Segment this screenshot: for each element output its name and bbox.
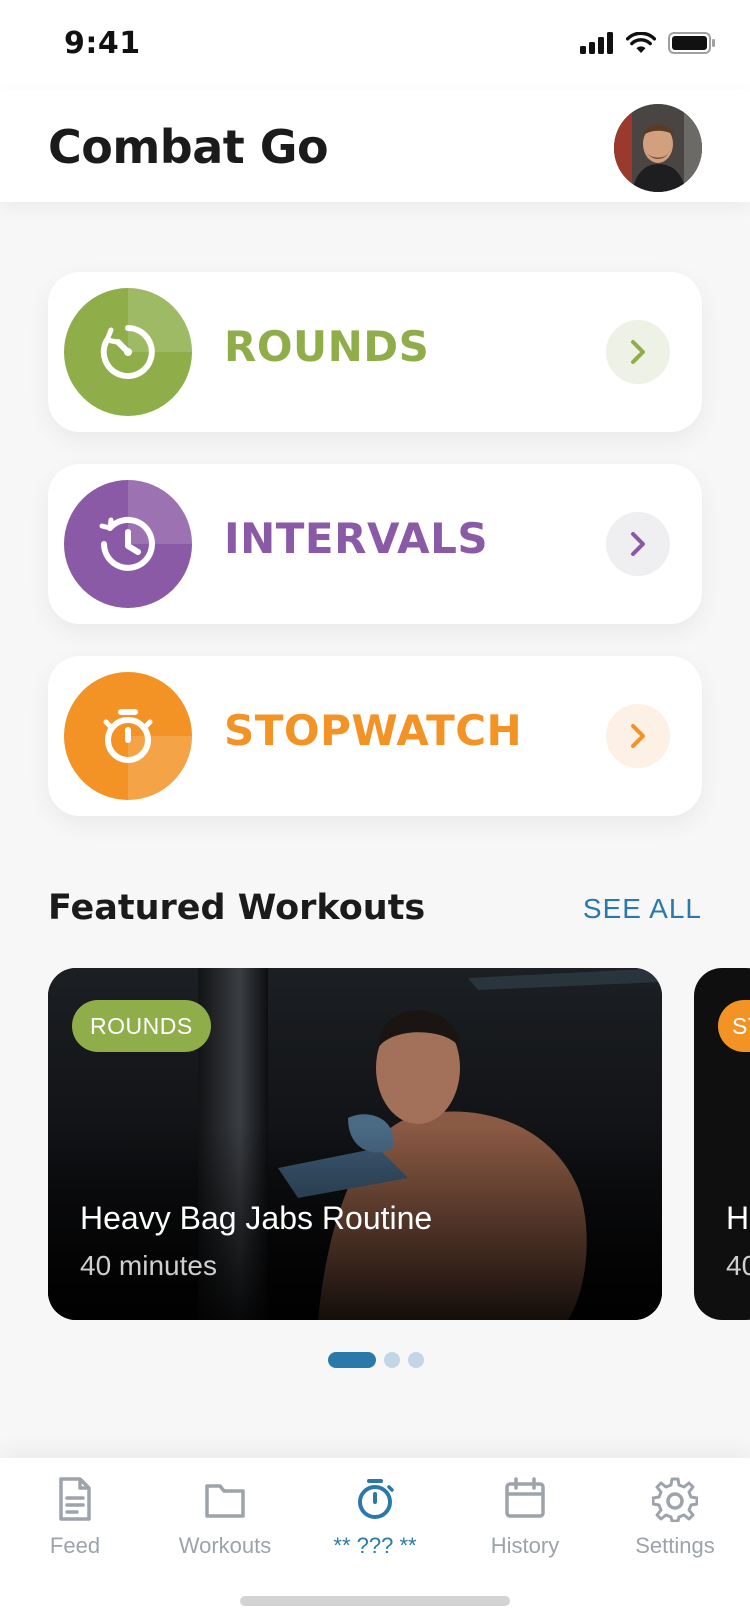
workout-duration: 40 minutes <box>80 1250 217 1281</box>
clock-rewind-icon <box>99 516 155 571</box>
tab-label-settings: Settings <box>635 1533 715 1558</box>
folder-icon <box>205 1484 245 1518</box>
intervals-card[interactable]: INTERVALS <box>48 464 702 624</box>
calendar-icon <box>505 1477 545 1518</box>
stopwatch-card[interactable]: STOPWATCH <box>48 656 702 816</box>
stopwatch-icon-circle <box>64 672 192 800</box>
tab-feed[interactable]: Feed <box>0 1476 150 1559</box>
status-bar: 9:41 <box>0 0 750 90</box>
tab-timer[interactable]: ** ??? ** <box>300 1476 450 1559</box>
tab-label-timer: ** ??? ** <box>333 1533 417 1558</box>
stopwatch-icon <box>103 709 153 763</box>
tab-history[interactable]: History <box>450 1476 600 1559</box>
battery-icon <box>668 32 715 54</box>
rounds-card[interactable]: ROUNDS <box>48 272 702 432</box>
carousel-pagination <box>328 1352 424 1368</box>
status-icons <box>580 32 716 54</box>
stopwatch-label: STOPWATCH <box>224 706 523 755</box>
gear-icon <box>651 1477 699 1523</box>
cellular-signal-icon <box>580 32 613 54</box>
rounds-icon-circle <box>64 288 192 416</box>
profile-avatar[interactable] <box>614 104 702 192</box>
tab-settings[interactable]: Settings <box>600 1476 750 1559</box>
pagination-dot-active[interactable] <box>328 1352 376 1368</box>
app-title: Combat Go <box>48 120 329 174</box>
wifi-icon <box>626 32 656 53</box>
featured-workouts-title: Featured Workouts <box>48 888 426 928</box>
pagination-dot[interactable] <box>384 1352 400 1368</box>
featured-workout-card-next[interactable]: ST H 40 <box>694 968 750 1320</box>
rounds-label: ROUNDS <box>224 322 430 371</box>
intervals-label: INTERVALS <box>224 514 489 563</box>
workout-type-badge: ROUNDS <box>72 1000 211 1052</box>
chevron-right-icon <box>631 532 645 556</box>
tab-label-history: History <box>490 1533 560 1558</box>
intervals-icon-circle <box>64 480 192 608</box>
stopwatch-icon <box>358 1479 394 1519</box>
workout-type-badge: ST <box>718 1000 750 1052</box>
home-indicator <box>240 1596 510 1606</box>
document-icon <box>59 1477 91 1521</box>
tab-label-workouts: Workouts <box>178 1533 272 1558</box>
app-header: Combat Go <box>0 90 750 202</box>
see-all-link[interactable]: SEE ALL <box>583 893 702 925</box>
tab-workouts[interactable]: Workouts <box>150 1476 300 1559</box>
status-time: 9:41 <box>64 26 141 61</box>
stopwatch-refresh-icon <box>100 325 155 379</box>
chevron-right-icon <box>631 340 645 364</box>
intervals-chevron-button[interactable] <box>606 512 670 576</box>
workout-duration: 40 <box>726 1250 750 1281</box>
featured-workout-card[interactable]: ROUNDS Heavy Bag Jabs Routine 40 minutes <box>48 968 662 1320</box>
workout-title: H <box>726 1200 750 1236</box>
stopwatch-chevron-button[interactable] <box>606 704 670 768</box>
avatar-image <box>614 104 702 192</box>
rounds-chevron-button[interactable] <box>606 320 670 384</box>
chevron-right-icon <box>631 724 645 748</box>
tab-label-feed: Feed <box>49 1533 101 1558</box>
workout-title: Heavy Bag Jabs Routine <box>80 1200 433 1236</box>
pagination-dot[interactable] <box>408 1352 424 1368</box>
